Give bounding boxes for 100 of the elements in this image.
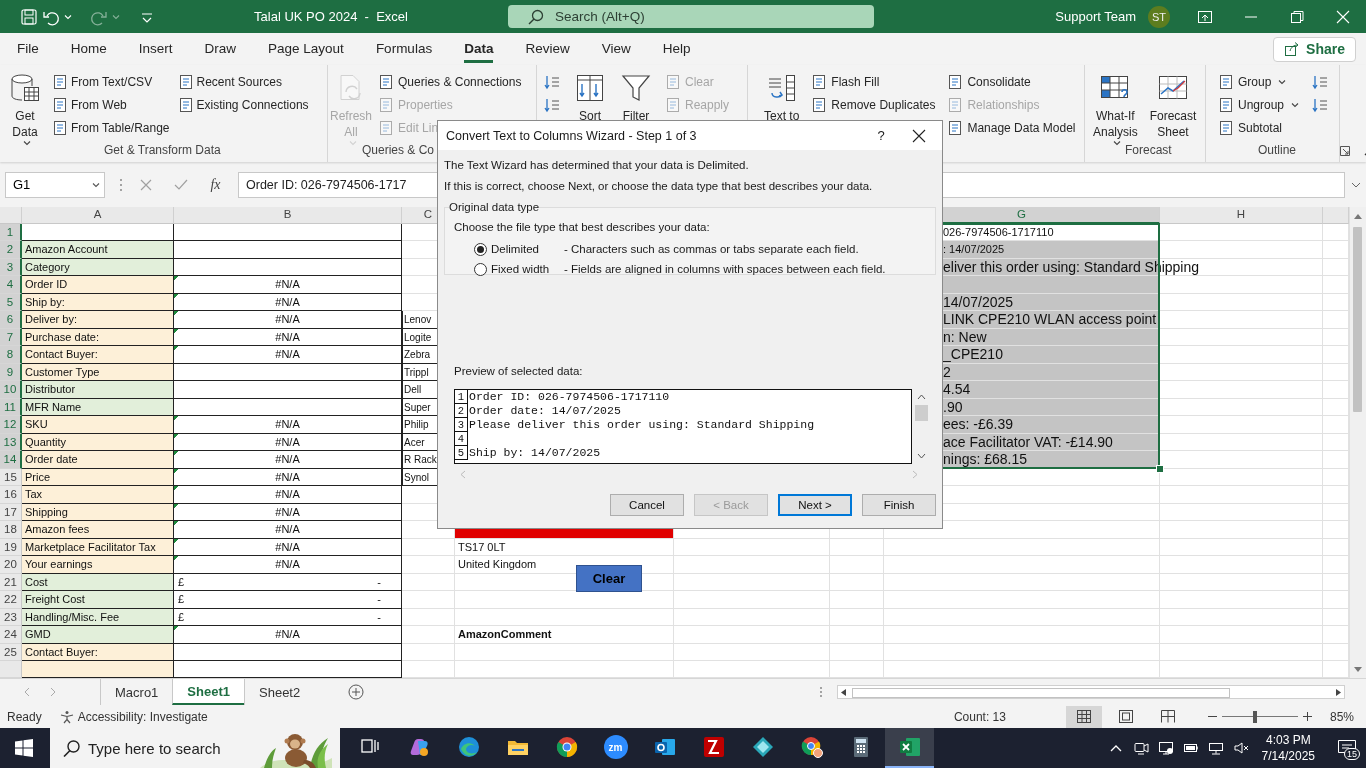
sheet-cell: Your earnings [22,556,174,574]
ribbon-button[interactable]: From Table/Range [52,116,170,139]
ribbon-button[interactable]: Subtotal [1216,116,1285,139]
webcam-icon[interactable] [1132,740,1149,756]
menu-tab[interactable]: Formulas [375,35,433,63]
scroll-left-icon[interactable] [841,689,846,696]
row-header[interactable]: 8 [0,346,22,364]
accessibility-status[interactable]: Accessibility: Investigate [77,709,208,724]
ribbon-button[interactable]: Recent Sources [177,70,282,93]
scrollbar-thumb[interactable] [1353,227,1362,412]
zoom-thumb[interactable] [1252,710,1257,723]
page-layout-icon[interactable] [1117,709,1134,724]
currency-symbol: £ [178,574,185,590]
speaker-mute-icon[interactable] [1232,740,1249,756]
menu-tab[interactable]: Data [464,35,494,63]
name-box[interactable]: G1 [5,171,105,198]
zoom-in-icon[interactable] [1302,712,1312,721]
row-header[interactable]: 24 [0,626,22,644]
ribbon-button[interactable]: Manage Data Model [945,116,1078,139]
clock-date[interactable]: 7/14/2025 [1261,748,1315,764]
row-header[interactable]: 1 [0,224,22,241]
radio-button[interactable] [474,262,487,276]
expand-icon[interactable] [1350,181,1361,188]
menu-tab[interactable]: File [17,35,39,63]
save-icon[interactable] [20,7,38,26]
ribbon-button[interactable]: Filter [617,70,655,124]
sheet-tab[interactable]: Sheet1 [172,679,244,705]
scroll-right-icon[interactable] [1336,689,1341,696]
column-header[interactable]: H [1160,207,1323,224]
sheet-cell: #N/A [174,346,402,364]
menu-tab[interactable]: Home [70,35,107,63]
fill-handle[interactable] [1156,464,1164,473]
row-header[interactable]: 20 [0,556,22,574]
add-sheet-icon[interactable] [348,684,365,700]
option-label[interactable]: Fixed width [491,263,561,275]
row-header[interactable]: 6 [0,311,22,329]
dialog-button[interactable]: Cancel [610,494,684,516]
page-break-icon[interactable] [1159,709,1176,724]
row-header[interactable]: 12 [0,416,22,434]
start-icon[interactable] [15,739,33,757]
menu-tab[interactable]: Draw [204,35,237,63]
column-header[interactable]: B [174,207,402,224]
row-header[interactable]: 22 [0,591,22,609]
drag-handle-icon[interactable] [819,686,823,698]
share-button[interactable]: Share [1273,36,1356,62]
menu-tab[interactable]: Review [525,35,570,63]
ribbon-button[interactable]: Get Data [6,70,44,146]
ribbon-button[interactable]: Group [1216,70,1289,93]
ribbon-button[interactable]: Consolidate [945,70,1033,93]
ribbon-button[interactable]: Queries & Connections [376,70,524,93]
radio-button[interactable] [474,242,487,256]
menu-tab[interactable]: Help [662,35,691,63]
dialog-button[interactable]: Finish [862,494,936,516]
help-button[interactable]: ? [866,128,896,143]
insert-function-button[interactable]: fx [210,176,221,193]
ribbon-button[interactable]: Remove Duplicates [809,93,938,116]
row-header[interactable]: 2 [0,241,22,259]
close-icon[interactable] [912,128,926,143]
sheet-cell: Amazon Account [22,241,174,259]
scroll-up-icon[interactable] [1354,213,1362,219]
ribbon-button[interactable]: Ungroup [1216,93,1302,116]
scroll-down-icon[interactable] [1354,667,1362,673]
row-header[interactable]: 10 [0,381,22,399]
network-icon[interactable] [1207,740,1224,756]
ribbon-button[interactable]: Existing Connections [177,93,309,116]
clear-button[interactable]: Clear [576,565,642,592]
sheet-cell: #N/A [174,556,402,574]
menu-tab[interactable]: View [601,35,631,63]
clock-time[interactable]: 4:03 PM [1265,732,1311,748]
ribbon-button[interactable]: Forecast Sheet [1147,70,1199,140]
ribbon-button[interactable]: From Web [52,93,127,116]
dialog-launcher-icon[interactable] [1340,146,1350,156]
currency-symbol: £ [178,609,185,625]
ribbon-button[interactable]: From Text/CSV [52,70,153,93]
drag-handle-icon[interactable] [119,177,123,192]
row-header[interactable]: 16 [0,486,22,504]
scroll-down-icon[interactable] [917,453,926,459]
restore-icon[interactable] [1289,8,1305,25]
normal-view-icon[interactable] [1075,709,1092,724]
scroll-up-icon[interactable] [917,394,926,400]
option-label[interactable]: Delimited [491,243,561,255]
ribbon-button[interactable]: Flash Fill [809,70,882,93]
row-header[interactable]: 18 [0,521,22,539]
accessibility-icon[interactable] [59,709,74,724]
column-header[interactable]: A [22,207,174,224]
row-header[interactable]: 14 [0,451,22,469]
ribbon-display-icon[interactable] [1197,8,1213,25]
scrollbar-thumb[interactable] [852,688,1230,698]
row-header[interactable]: 4 [0,276,22,294]
menu-tab[interactable]: Insert [138,35,173,63]
menu-tab[interactable]: Page Layout [268,35,344,63]
dialog-button[interactable]: Next > [778,494,852,516]
scrollbar-thumb[interactable] [915,405,928,421]
search-icon [63,739,81,757]
search-field[interactable]: Search (Alt+Q) [508,5,874,28]
check-icon[interactable] [174,178,189,191]
ribbon-button[interactable]: What-If Analysis [1091,70,1140,146]
display-icon[interactable] [1157,740,1174,756]
option-description: - Fields are aligned in columns with spaces between each field. [564,263,886,275]
avatar[interactable]: ST [1148,5,1170,28]
